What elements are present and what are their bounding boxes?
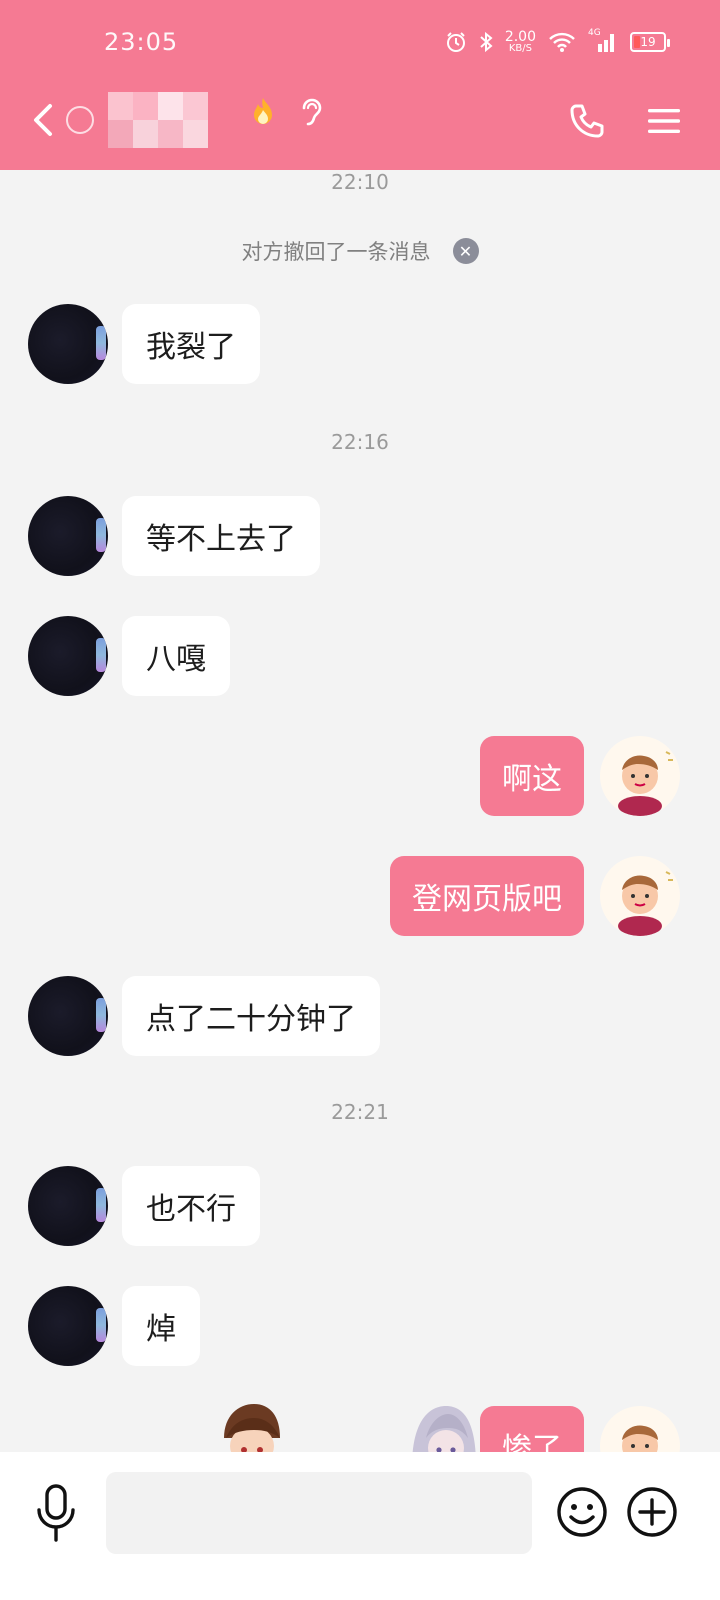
net-speed: 2.00 KB/S [505, 30, 536, 54]
incoming-message-bubble[interactable]: 焯 [122, 1286, 200, 1366]
wifi-icon [549, 32, 575, 52]
outgoing-message-bubble[interactable]: 登网页版吧 [390, 856, 584, 936]
contact-avatar[interactable] [28, 616, 108, 696]
alarm-icon [446, 32, 465, 52]
status-time: 23:05 [104, 28, 179, 56]
my-avatar-image [618, 751, 673, 816]
contact-avatar[interactable] [28, 496, 108, 576]
incoming-message-bubble[interactable]: 八嘎 [122, 616, 230, 696]
ear-icon[interactable] [296, 94, 326, 128]
back-button[interactable] [26, 100, 62, 140]
contact-avatar[interactable] [28, 1166, 108, 1246]
my-avatar[interactable] [600, 736, 680, 816]
dismiss-notice-icon[interactable]: ✕ [452, 238, 479, 264]
menu-button[interactable] [646, 106, 682, 136]
recalled-message-text: 对方撤回了一条消息 [241, 240, 431, 264]
phone-call-button[interactable] [568, 102, 606, 140]
incoming-message-bubble[interactable]: 等不上去了 [122, 496, 320, 576]
microphone-icon[interactable] [34, 1482, 78, 1544]
contact-status-badge [66, 106, 94, 134]
contact-avatar[interactable] [28, 976, 108, 1056]
my-avatar[interactable] [600, 856, 680, 936]
battery-level: 19 [640, 35, 656, 49]
smiley-icon[interactable] [556, 1486, 608, 1538]
message-text-field[interactable] [106, 1472, 532, 1554]
message-input-bar [0, 1452, 720, 1600]
bluetooth-icon [480, 31, 493, 53]
recalled-message-notice: 对方撤回了一条消息 ✕ [0, 236, 720, 266]
contact-name-obscured[interactable] [108, 92, 208, 148]
incoming-message-bubble[interactable]: 我裂了 [122, 304, 260, 384]
incoming-message-bubble[interactable]: 也不行 [122, 1166, 260, 1246]
message-timestamp: 22:16 [331, 430, 389, 454]
my-avatar-image [618, 871, 673, 936]
message-timestamp: 22:10 [331, 170, 389, 194]
cellular-signal: 4G [588, 28, 618, 54]
net-speed-value: 2.00 [504, 29, 536, 45]
chat-header: 23:05 2.00 KB/S 4G 19 [0, 0, 720, 170]
net-speed-unit: KB/S [508, 43, 532, 54]
nav-bar [0, 80, 720, 170]
signal-bars-icon [598, 34, 614, 52]
fire-icon[interactable] [250, 96, 276, 128]
status-icons: 2.00 KB/S 4G 19 [445, 28, 670, 54]
plus-circle-icon[interactable] [626, 1486, 678, 1538]
contact-avatar[interactable] [28, 304, 108, 384]
outgoing-message-bubble[interactable]: 啊这 [480, 736, 584, 816]
battery-indicator: 19 [630, 32, 670, 52]
message-timestamp: 22:21 [331, 1100, 389, 1124]
battery-fill [634, 36, 640, 48]
incoming-message-bubble[interactable]: 点了二十分钟了 [122, 976, 380, 1056]
contact-avatar[interactable] [28, 1286, 108, 1366]
